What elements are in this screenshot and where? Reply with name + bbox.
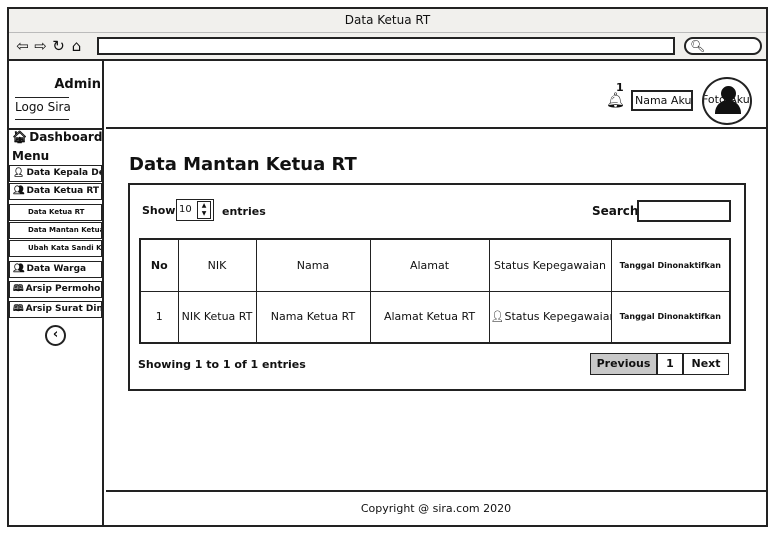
sidebar-subitem-data-ketua-rt[interactable]: Data Ketua RT xyxy=(9,204,102,221)
data-table: No NIK Nama Alamat Status Kepegawaian Ta… xyxy=(139,238,731,344)
column-header-status[interactable]: Status Kepegawaian xyxy=(488,238,612,292)
sidebar-item-arsip-permohonan[interactable]: 🕮︎Arsip Permohonan xyxy=(9,281,102,298)
account-name[interactable]: Nama Akun xyxy=(631,90,693,111)
table-row: 1 NIK Ketua RT Nama Ketua RT Alamat Ketu… xyxy=(139,290,731,344)
page-title: Data Mantan Ketua RT xyxy=(129,154,357,175)
admin-label: Admin xyxy=(54,77,101,92)
column-header-nik[interactable]: NIK xyxy=(177,238,257,292)
user-icon: 👤︎ xyxy=(13,168,25,178)
book-icon: 🕮︎ xyxy=(13,304,24,314)
home-icon[interactable]: ⌂ xyxy=(68,37,86,55)
previous-button[interactable]: Previous xyxy=(590,353,657,375)
logo: Admin Logo Sira xyxy=(13,75,101,123)
browser-toolbar: ⇦ ⇨ ↻ ⌂ 🔍︎ xyxy=(9,33,766,61)
logo-divider xyxy=(15,97,69,98)
back-icon[interactable]: ⇦ xyxy=(14,37,32,55)
home-icon: 🏠︎ xyxy=(12,130,28,144)
sidebar-item-data-kepala-desa[interactable]: 👤︎Data Kepala Desa xyxy=(9,165,102,182)
cell-nik: NIK Ketua RT xyxy=(177,290,257,344)
sidebar-item-data-ketua-rt[interactable]: 👥︎ Data Ketua RT xyxy=(9,183,102,200)
sidebar-item-arsip-surat-dinas[interactable]: 🕮︎Arsip Surat Dinas xyxy=(9,301,102,318)
cell-status: 👤︎Status Kepegawaian xyxy=(488,290,612,344)
user-icon: 👤︎ xyxy=(490,310,505,324)
cell-nama: Nama Ketua RT xyxy=(255,290,371,344)
browser-search-field[interactable]: 🔍︎ xyxy=(684,37,762,55)
column-header-no[interactable]: No xyxy=(139,238,179,292)
collapse-sidebar-icon[interactable]: ‹ xyxy=(45,325,66,346)
logo-divider xyxy=(15,119,69,120)
nav-buttons: ⇦ ⇨ ↻ ⌂ xyxy=(14,37,86,55)
cell-no: 1 xyxy=(139,290,179,344)
avatar[interactable]: Foto Akun xyxy=(702,77,752,125)
address-bar[interactable] xyxy=(97,37,675,55)
column-header-nama[interactable]: Nama xyxy=(255,238,371,292)
book-icon: 🕮︎ xyxy=(13,284,24,294)
browser-window: Data Ketua RT ⇦ ⇨ ↻ ⌂ 🔍︎ Admin Logo Sira 🏠︎… xyxy=(7,7,768,527)
forward-icon[interactable]: ⇨ xyxy=(32,37,50,55)
search-input[interactable] xyxy=(637,200,731,222)
column-header-alamat[interactable]: Alamat xyxy=(369,238,490,292)
entries-select[interactable]: 10 ▲ ▼ xyxy=(176,199,214,221)
users-icon: 👥︎ xyxy=(13,186,25,196)
sidebar-item-dashboard[interactable]: 🏠︎ Dashboard xyxy=(9,130,102,147)
column-header-tanggal[interactable]: Tanggal Dinonaktifkan xyxy=(610,238,731,292)
entries-label: entries xyxy=(222,205,266,218)
menu-label: Menu xyxy=(12,149,50,163)
data-table-card: Show 10 ▲ ▼ entries Search No NIK Nama Al… xyxy=(128,183,746,391)
table-info: Showing 1 to 1 of 1 entries xyxy=(138,358,306,371)
cell-alamat: Alamat Ketua RT xyxy=(369,290,490,344)
window-title: Data Ketua RT xyxy=(9,9,766,33)
user-icon xyxy=(721,86,736,101)
footer: Copyright @ sira.com 2020 xyxy=(106,490,766,527)
page-1-button[interactable]: 1 xyxy=(657,353,683,375)
sidebar-subitem-data-mantan-ketua[interactable]: Data Mantan Ketua xyxy=(9,222,102,239)
reload-icon[interactable]: ↻ xyxy=(50,37,68,55)
logo-label: Logo Sira xyxy=(15,100,71,114)
show-label: Show xyxy=(142,204,176,217)
sidebar: Admin Logo Sira 🏠︎ Dashboard Menu 👤︎ Data … xyxy=(9,61,104,527)
search-label: Search xyxy=(592,204,639,218)
search-icon: 🔍︎ xyxy=(690,39,706,53)
cell-tanggal: Tanggal Dinonaktifkan xyxy=(610,290,731,344)
top-header: 🔔︎ 1 Nama Akun Foto Akun xyxy=(106,61,766,129)
sidebar-subitem-ubah-kata-sandi[interactable]: Ubah Kata Sandi Ketua xyxy=(9,240,102,257)
sidebar-item-data-warga[interactable]: 👥︎ Data Warga xyxy=(9,261,102,278)
users-icon: 👥︎ xyxy=(13,264,25,274)
next-button[interactable]: Next xyxy=(683,353,729,375)
notification-count: 1 xyxy=(616,81,624,94)
table-header-row: No NIK Nama Alamat Status Kepegawaian Ta… xyxy=(139,238,731,292)
spinner-icon[interactable]: ▲ ▼ xyxy=(197,201,211,219)
